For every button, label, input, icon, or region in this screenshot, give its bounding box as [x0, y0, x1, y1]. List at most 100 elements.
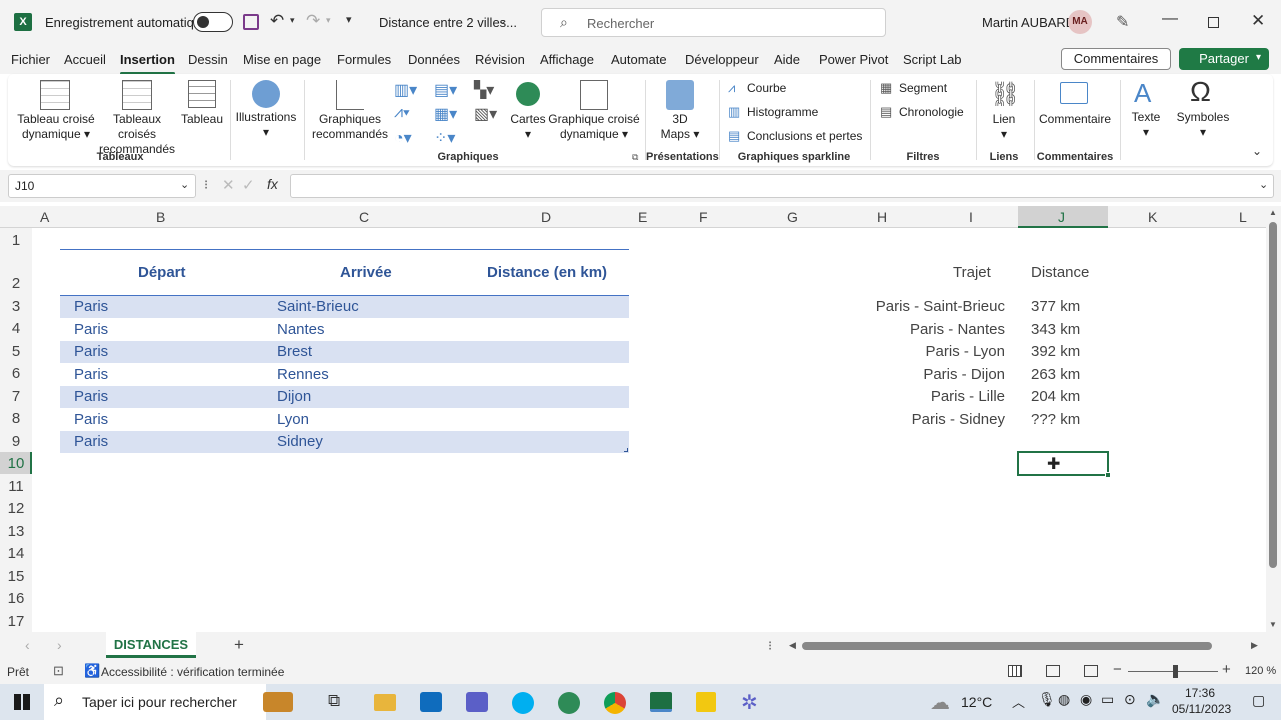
briefcase-icon[interactable] [263, 692, 293, 712]
table-cell-arrivee[interactable]: Nantes [277, 321, 325, 338]
row-header[interactable]: 3 [0, 298, 32, 315]
col-header[interactable]: F [699, 209, 708, 225]
undo-icon[interactable]: ↶ [270, 11, 284, 31]
side-cell-distance[interactable]: 392 km [1031, 343, 1080, 360]
tab-developpeur[interactable]: Développeur [685, 52, 759, 67]
close-icon[interactable]: ✕ [1251, 11, 1265, 31]
col-header[interactable]: G [787, 209, 798, 225]
taskbar-search[interactable]: ⌕ Taper ici pour rechercher [44, 684, 266, 720]
meet-icon[interactable]: ◉ [1080, 691, 1092, 708]
table-cell-arrivee[interactable]: Dijon [277, 388, 311, 405]
col-header[interactable]: D [541, 209, 551, 225]
tab-donnees[interactable]: Données [408, 52, 460, 67]
table-cell-arrivee[interactable]: Lyon [277, 411, 309, 428]
share-dropdown-icon[interactable]: ▾ [1256, 52, 1261, 63]
table-header-depart[interactable]: Départ [138, 264, 186, 281]
table-cell-depart[interactable]: Paris [74, 366, 108, 383]
recommended-charts-icon[interactable] [336, 80, 364, 110]
table-cell-arrivee[interactable]: Rennes [277, 366, 329, 383]
vertical-scroll-thumb[interactable] [1269, 222, 1277, 568]
chevron-down-icon[interactable]: ⌄ [180, 178, 189, 191]
pen-icon[interactable]: ✎ [1116, 12, 1129, 32]
col-header[interactable]: E [638, 209, 647, 225]
illustrations-button[interactable]: Illustrations ▾ [234, 110, 298, 140]
zoom-in-icon[interactable]: + [1222, 661, 1231, 678]
tab-affichage[interactable]: Affichage [540, 52, 594, 67]
maximize-icon[interactable] [1208, 17, 1219, 28]
3d-maps-button[interactable]: 3D Maps ▾ [652, 112, 708, 142]
text-icon[interactable]: A [1134, 78, 1151, 109]
clock-date[interactable]: 05/11/2023 [1172, 702, 1231, 716]
scroll-down-icon[interactable]: ▼ [1269, 620, 1277, 629]
table-cell-arrivee[interactable]: Sidney [277, 433, 323, 450]
scatter-chart-icon[interactable]: ⁘▾ [434, 128, 455, 148]
row-header[interactable]: 12 [0, 500, 32, 517]
side-cell-distance[interactable]: 204 km [1031, 388, 1080, 405]
col-header[interactable]: J [1058, 209, 1065, 225]
tab-dessin[interactable]: Dessin [188, 52, 228, 67]
windows-start-icon[interactable] [14, 694, 30, 710]
chevron-up-icon[interactable]: ︿ [1012, 692, 1025, 711]
notifications-icon[interactable]: ▢ [1252, 692, 1265, 709]
row-header[interactable]: 8 [0, 410, 32, 427]
combo-chart-icon[interactable]: ▧▾ [474, 104, 497, 124]
table-cell-depart[interactable]: Paris [74, 298, 108, 315]
3d-maps-icon[interactable] [666, 80, 694, 110]
cancel-icon[interactable]: ✕ [222, 176, 235, 194]
zoom-out-icon[interactable]: − [1113, 661, 1122, 678]
sparkline-column-button[interactable]: Histogramme [747, 105, 818, 120]
more-icon[interactable]: ⁝ [768, 638, 772, 654]
tab-power-pivot[interactable]: Power Pivot [819, 52, 888, 67]
customize-toolbar-icon[interactable]: ▾ [346, 13, 352, 26]
app-icon[interactable] [558, 692, 580, 714]
slicer-button[interactable]: Segment [899, 81, 947, 96]
table-header-distance[interactable]: Distance (en km) [487, 264, 607, 281]
comment-icon[interactable] [1060, 82, 1088, 104]
avatar[interactable]: MA [1068, 10, 1092, 34]
tab-insertion[interactable]: Insertion [120, 52, 175, 75]
waterfall-chart-icon[interactable]: ▚▾ [474, 80, 494, 100]
network-icon[interactable]: ◍ [1058, 691, 1070, 708]
side-cell-trajet[interactable]: Paris - Lille [931, 388, 1005, 405]
sparkline-line-button[interactable]: Courbe [747, 81, 786, 96]
side-cell-distance[interactable]: 377 km [1031, 298, 1080, 315]
row-header[interactable]: 13 [0, 523, 32, 540]
side-cell-distance[interactable]: 263 km [1031, 366, 1080, 383]
camera-icon[interactable]: ⊙ [1124, 691, 1136, 708]
save-icon[interactable] [243, 14, 259, 30]
row-header[interactable]: 11 [0, 478, 32, 495]
table-cell-depart[interactable]: Paris [74, 433, 108, 450]
pie-chart-icon[interactable]: ◔▾ [394, 128, 412, 148]
expand-formula-icon[interactable]: ⌄ [1259, 178, 1268, 191]
chrome-icon[interactable] [604, 692, 626, 714]
minimize-icon[interactable]: — [1162, 10, 1178, 28]
tab-aide[interactable]: Aide [774, 52, 800, 67]
col-header[interactable]: K [1148, 209, 1157, 225]
tab-script-lab[interactable]: Script Lab [903, 52, 962, 67]
side-cell-trajet[interactable]: Paris - Saint-Brieuc [876, 298, 1005, 315]
side-cell-trajet[interactable]: Paris - Sidney [912, 411, 1005, 428]
row-header[interactable]: 2 [0, 275, 32, 292]
line-chart-icon[interactable]: ⩘▾ [394, 104, 410, 122]
comment-button[interactable]: Commentaire [1036, 112, 1114, 127]
tab-mise-en-page[interactable]: Mise en page [243, 52, 321, 67]
link-icon[interactable]: ⛓ [990, 80, 1020, 109]
maps-button[interactable]: Cartes ▾ [508, 112, 548, 142]
table-cell-arrivee[interactable]: Brest [277, 343, 312, 360]
row-header[interactable]: 14 [0, 545, 32, 562]
teams-icon[interactable] [466, 692, 488, 712]
row-header[interactable]: 6 [0, 365, 32, 382]
volume-icon[interactable]: 🔈 [1146, 690, 1165, 708]
table-cell-depart[interactable]: Paris [74, 343, 108, 360]
pivot-chart-button[interactable]: Graphique croisé dynamique ▾ [546, 112, 642, 142]
row-header[interactable]: 17 [0, 613, 32, 630]
table-cell-depart[interactable]: Paris [74, 388, 108, 405]
row-header[interactable]: 1 [0, 232, 32, 249]
row-header[interactable]: 16 [0, 590, 32, 607]
sparkline-winloss-button[interactable]: Conclusions et pertes [747, 129, 862, 144]
add-sheet-icon[interactable]: + [234, 635, 244, 655]
illustrations-icon[interactable] [252, 80, 280, 108]
file-explorer-icon[interactable] [374, 694, 396, 711]
document-title[interactable]: Distance entre 2 villes... [379, 15, 517, 30]
scroll-right-icon[interactable]: ▶ [1251, 640, 1258, 651]
